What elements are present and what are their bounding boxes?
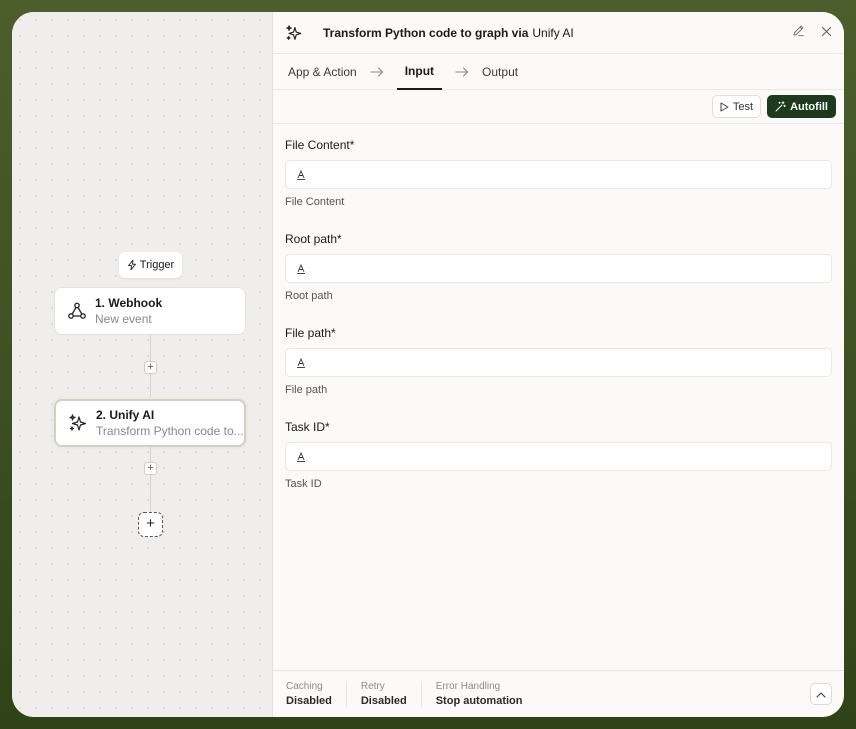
workflow-node-webhook[interactable]: 1. Webhook New event bbox=[54, 287, 246, 335]
webhook-icon bbox=[59, 301, 95, 321]
connector-line bbox=[150, 447, 151, 463]
panel-footer: Caching Disabled Retry Disabled Error Ha… bbox=[273, 670, 844, 717]
field-label: Root path* bbox=[285, 232, 342, 246]
retry-setting[interactable]: Retry Disabled bbox=[345, 681, 421, 707]
text-type-icon bbox=[297, 169, 305, 180]
field-help-text: File Content bbox=[285, 196, 345, 208]
error-handling-value: Stop automation bbox=[435, 695, 523, 707]
workflow-canvas[interactable]: Trigger 1. Webhook New event + 2. Unify … bbox=[12, 12, 272, 717]
insert-step-button[interactable]: + bbox=[144, 361, 157, 374]
autofill-button[interactable]: Autofill bbox=[767, 95, 836, 118]
add-step-button[interactable]: + bbox=[138, 512, 163, 537]
tab-input[interactable]: Input bbox=[396, 54, 443, 90]
error-handling-label: Error Handling bbox=[435, 681, 501, 692]
panel-title: Transform Python code to graph via bbox=[323, 25, 529, 40]
play-icon bbox=[720, 102, 729, 111]
chevron-up-icon bbox=[816, 691, 826, 698]
edit-icon[interactable] bbox=[792, 24, 805, 42]
workflow-node-unify-ai[interactable]: 2. Unify AI Transform Python code to... bbox=[54, 399, 246, 447]
autofill-label: Autofill bbox=[790, 100, 828, 113]
file-path-input[interactable] bbox=[285, 348, 832, 377]
field-help-text: Root path bbox=[285, 290, 333, 302]
text-type-icon bbox=[297, 263, 305, 274]
panel-header: Transform Python code to graph via Unify… bbox=[273, 12, 844, 54]
text-type-icon bbox=[297, 357, 305, 368]
file-content-input[interactable] bbox=[285, 160, 832, 189]
connector-line bbox=[150, 335, 151, 363]
node-title: 2. Unify AI bbox=[96, 408, 155, 422]
connector-line bbox=[150, 475, 151, 512]
test-button[interactable]: Test bbox=[711, 95, 762, 118]
field-file-path: File path* File path bbox=[285, 326, 832, 396]
arrow-right-icon bbox=[455, 66, 469, 77]
trigger-label: Trigger bbox=[139, 259, 175, 271]
test-label: Test bbox=[732, 100, 754, 113]
input-form: File Content* File Content Root path* Ro… bbox=[273, 124, 844, 490]
connector-line bbox=[150, 374, 151, 399]
error-handling-setting[interactable]: Error Handling Stop automation bbox=[420, 681, 537, 707]
arrow-right-icon bbox=[370, 66, 383, 77]
bolt-icon bbox=[127, 260, 136, 270]
insert-step-button[interactable]: + bbox=[144, 462, 157, 475]
expand-footer-button[interactable] bbox=[810, 683, 832, 705]
close-icon[interactable] bbox=[821, 24, 832, 42]
panel-app-name: Unify AI bbox=[532, 25, 574, 40]
node-subtitle: Transform Python code to... bbox=[96, 424, 244, 438]
retry-label: Retry bbox=[360, 681, 385, 692]
field-file-content: File Content* File Content bbox=[285, 138, 832, 208]
sparkles-icon bbox=[285, 24, 303, 42]
field-root-path: Root path* Root path bbox=[285, 232, 832, 302]
caching-label: Caching bbox=[286, 681, 323, 692]
field-label: Task ID* bbox=[285, 420, 330, 434]
node-subtitle: New event bbox=[95, 312, 152, 326]
field-label: File path* bbox=[285, 326, 336, 340]
caching-setting[interactable]: Caching Disabled bbox=[286, 681, 346, 707]
text-type-icon bbox=[297, 451, 305, 462]
tab-output[interactable]: Output bbox=[482, 54, 518, 90]
retry-value: Disabled bbox=[360, 695, 407, 707]
tab-app-action[interactable]: App & Action bbox=[288, 54, 357, 90]
field-task-id: Task ID* Task ID bbox=[285, 420, 832, 490]
node-title: 1. Webhook bbox=[95, 296, 163, 310]
sparkles-icon bbox=[60, 413, 96, 433]
step-config-panel: Transform Python code to graph via Unify… bbox=[272, 12, 844, 717]
field-help-text: Task ID bbox=[285, 478, 322, 490]
panel-toolbar: Test Autofill bbox=[273, 90, 844, 124]
field-label: File Content* bbox=[285, 138, 355, 152]
root-path-input[interactable] bbox=[285, 254, 832, 283]
magic-wand-icon bbox=[775, 101, 786, 112]
trigger-badge[interactable]: Trigger bbox=[119, 252, 182, 278]
caching-value: Disabled bbox=[286, 695, 332, 707]
app-window: Trigger 1. Webhook New event + 2. Unify … bbox=[12, 12, 844, 717]
field-help-text: File path bbox=[285, 384, 328, 396]
panel-tabs: App & Action Input Output bbox=[273, 54, 844, 90]
task-id-input[interactable] bbox=[285, 442, 832, 471]
